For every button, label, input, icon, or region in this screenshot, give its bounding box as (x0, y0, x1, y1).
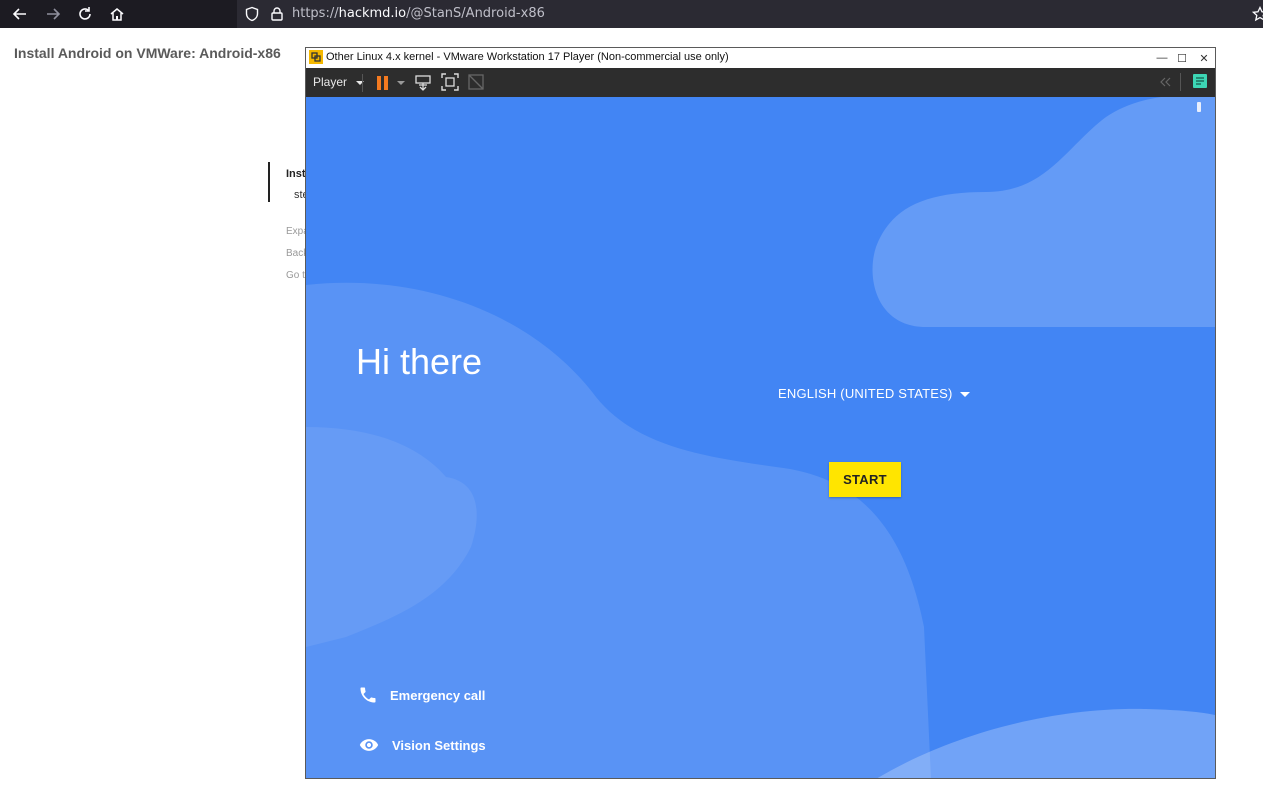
start-button[interactable]: START (829, 462, 901, 497)
vmware-titlebar[interactable]: Other Linux 4.x kernel - VMware Workstat… (306, 48, 1215, 68)
status-indicator (1197, 102, 1201, 112)
vision-settings-label: Vision Settings (392, 737, 486, 753)
bookmark-star-icon[interactable] (1250, 4, 1263, 24)
player-menu-button[interactable]: Player (313, 75, 365, 89)
android-screen[interactable]: Hi there ENGLISH (UNITED STATES) START E… (306, 97, 1215, 778)
phone-icon (360, 687, 376, 703)
browser-toolbar: https://hackmd.io/@StanS/Android-x86 (0, 0, 1263, 28)
pause-dropdown-icon[interactable] (397, 81, 405, 85)
toolbar-divider-right (1180, 73, 1181, 91)
toc-active-indicator (268, 162, 270, 202)
emergency-call-button[interactable]: Emergency call (358, 683, 485, 707)
shield-icon[interactable] (242, 4, 262, 24)
vmware-window: Other Linux 4.x kernel - VMware Workstat… (305, 47, 1216, 779)
fit-guest-icon[interactable] (440, 72, 460, 92)
home-icon[interactable] (107, 4, 127, 24)
reload-icon[interactable] (75, 4, 95, 24)
maximize-button[interactable]: ☐ (1174, 50, 1190, 66)
url-scheme: https:// (292, 6, 339, 21)
vmware-window-title: Other Linux 4.x kernel - VMware Workstat… (326, 51, 729, 63)
url-path: /@StanS/Android-x86 (406, 6, 545, 21)
emergency-call-label: Emergency call (390, 687, 486, 703)
chevron-down-icon (356, 80, 365, 85)
welcome-heading: Hi there (356, 341, 483, 382)
send-ctrl-alt-del-icon[interactable] (414, 73, 432, 91)
minimize-button[interactable]: — (1154, 50, 1170, 66)
url-host: hackmd.io (338, 6, 407, 21)
url-text[interactable]: https://hackmd.io/@StanS/Android-x86 (292, 6, 545, 21)
toolbar-divider (362, 74, 363, 92)
language-select[interactable]: ENGLISH (UNITED STATES) (778, 386, 970, 401)
toc-item-install[interactable]: Inst (286, 168, 306, 180)
toc-goto-link[interactable]: Go t (286, 270, 305, 281)
vmware-logo-icon (309, 50, 323, 64)
lock-icon[interactable] (267, 4, 287, 24)
language-selected-value: ENGLISH (UNITED STATES) (778, 386, 953, 401)
unity-icon (467, 73, 485, 91)
library-icon[interactable] (1192, 73, 1208, 89)
vmware-toolbar: Player (306, 68, 1215, 97)
player-menu-label: Player (313, 75, 348, 89)
forward-icon[interactable] (43, 4, 63, 24)
pause-icon[interactable] (374, 74, 392, 92)
background-waves (306, 97, 1215, 778)
chevron-down-icon (959, 392, 970, 398)
close-button[interactable]: ✕ (1196, 50, 1212, 66)
vision-settings-button[interactable]: Vision Settings (358, 733, 486, 757)
collapse-toolbar-icon[interactable] (1158, 75, 1174, 89)
page-title: Install Android on VMWare: Android-x86 (14, 45, 281, 61)
eye-icon (359, 739, 379, 751)
back-icon[interactable] (10, 4, 30, 24)
